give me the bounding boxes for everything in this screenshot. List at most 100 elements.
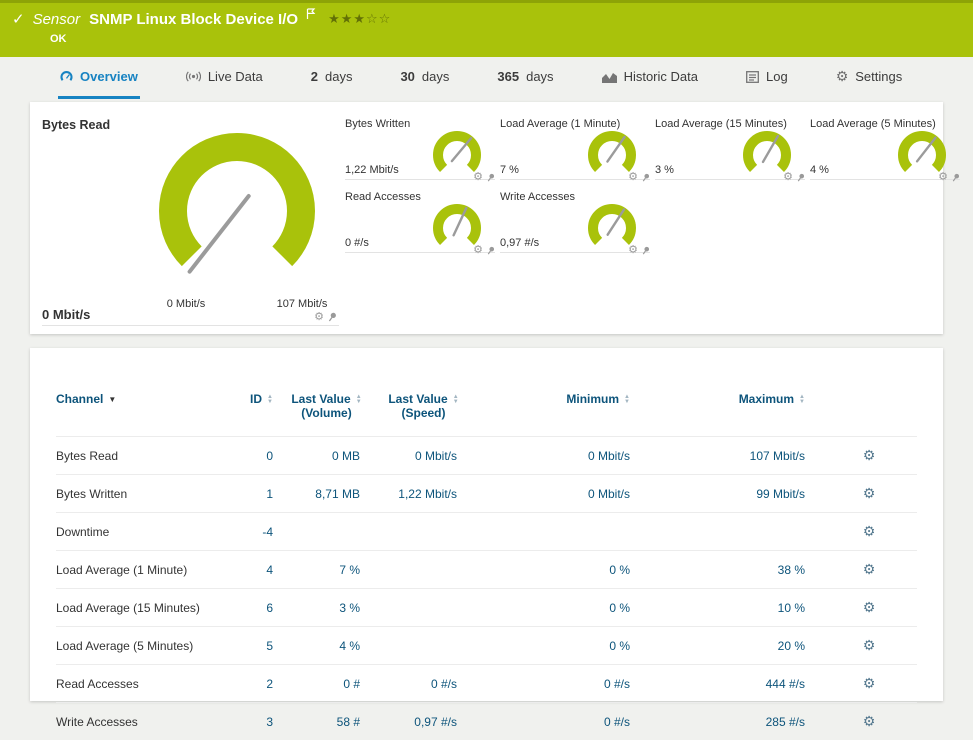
mini-gauge-value: 0,97 #/s [500, 237, 539, 249]
table-header-row: Channel▼ ID▲▼ Last Value▲▼(Volume) Last … [56, 382, 917, 437]
col-header-id[interactable]: ID▲▼ [211, 382, 277, 437]
channel-settings-icon[interactable]: ⚙ [863, 485, 876, 501]
minimum-value: 0 #/s [471, 665, 646, 703]
gear-icon[interactable]: ⚙ [473, 172, 483, 183]
channel-id: 2 [211, 665, 277, 703]
gear-icon[interactable]: ⚙ [473, 245, 483, 256]
last-value-speed [376, 513, 471, 551]
gauge-panel: Bytes Read 0 Mbit/s 107 Mbit/s 0 Mbit/s … [30, 102, 943, 334]
sort-icon: ▲▼ [267, 395, 273, 405]
tab-live-data[interactable]: Live Data [184, 57, 265, 99]
pin-icon[interactable] [952, 173, 960, 183]
pin-icon[interactable] [797, 173, 805, 183]
tab-label: days [325, 69, 352, 84]
tab-historic-data[interactable]: Historic Data [600, 57, 700, 99]
maximum-value: 285 #/s [646, 703, 821, 740]
tab-label: Live Data [208, 69, 263, 84]
last-value-speed [376, 551, 471, 589]
live-data-icon [186, 70, 201, 83]
sort-direction-icon: ▼ [108, 395, 116, 404]
tab-label: days [422, 69, 449, 84]
channel-settings-icon[interactable]: ⚙ [863, 447, 876, 463]
channel-settings-icon[interactable]: ⚙ [863, 523, 876, 539]
tab-bar: Overview Live Data 2 days 30 days 365 da… [0, 57, 973, 99]
minimum-value [471, 513, 646, 551]
write-accesses-gauge [582, 199, 642, 249]
overview-icon [60, 70, 73, 83]
minimum-value: 0 #/s [471, 703, 646, 740]
tab-overview[interactable]: Overview [58, 57, 140, 99]
maximum-value: 107 Mbit/s [646, 437, 821, 475]
status-check-icon: ✓ [12, 10, 25, 28]
gear-icon[interactable]: ⚙ [628, 172, 638, 183]
gear-icon[interactable]: ⚙ [783, 172, 793, 183]
channel-name: Bytes Written [56, 475, 211, 513]
tab-2-days[interactable]: 2 days [309, 57, 355, 99]
tab-label: Overview [80, 69, 138, 84]
pin-icon[interactable] [487, 173, 495, 183]
pin-icon[interactable] [328, 312, 337, 323]
tab-log[interactable]: Log [744, 57, 790, 99]
mini-gauge-load-1min: Load Average (1 Minute) 7 % ⚙ [500, 118, 650, 180]
channel-id: 6 [211, 589, 277, 627]
tab-settings[interactable]: ⚙ Settings [834, 57, 905, 99]
last-value-volume: 3 % [277, 589, 376, 627]
channel-id: 0 [211, 437, 277, 475]
table-row: Read Accesses 2 0 # 0 #/s 0 #/s 444 #/s … [56, 665, 917, 703]
stars-filled: ★★★ [328, 11, 366, 26]
status-badge: OK [50, 33, 67, 45]
last-value-volume: 0 # [277, 665, 376, 703]
channel-settings-icon[interactable]: ⚙ [863, 599, 876, 615]
last-value-volume: 0 MB [277, 437, 376, 475]
historic-data-icon [602, 71, 617, 83]
tab-30-days[interactable]: 30 days [398, 57, 451, 99]
table-row: Load Average (15 Minutes) 6 3 % 0 % 10 %… [56, 589, 917, 627]
gear-icon[interactable]: ⚙ [628, 245, 638, 256]
table-row: Write Accesses 3 58 # 0,97 #/s 0 #/s 285… [56, 703, 917, 740]
main-gauge-title: Bytes Read [42, 118, 110, 132]
gauge-max-label: 107 Mbit/s [267, 298, 337, 310]
pin-icon[interactable] [642, 173, 650, 183]
bytes-written-gauge [427, 126, 487, 176]
last-value-speed [376, 589, 471, 627]
channel-id: 3 [211, 703, 277, 740]
minimum-value: 0 Mbit/s [471, 437, 646, 475]
gear-icon[interactable]: ⚙ [314, 312, 324, 323]
channel-name: Write Accesses [56, 703, 211, 740]
load-5min-gauge [892, 126, 952, 176]
tab-365-days[interactable]: 365 days [495, 57, 555, 99]
tab-number: 30 [400, 69, 414, 84]
sensor-header: ✓ Sensor SNMP Linux Block Device I/O ★★★… [0, 0, 973, 57]
sort-icon: ▲▼ [453, 395, 459, 405]
channel-settings-icon[interactable]: ⚙ [863, 637, 876, 653]
last-value-speed: 0 #/s [376, 665, 471, 703]
mini-gauge-bytes-written: Bytes Written 1,22 Mbit/s ⚙ [345, 118, 495, 180]
sensor-title: SNMP Linux Block Device I/O [89, 11, 298, 28]
priority-flag-icon[interactable] [306, 7, 316, 25]
pin-icon[interactable] [487, 246, 495, 256]
tab-label: Historic Data [624, 69, 698, 84]
col-header-actions [821, 382, 917, 437]
col-header-minimum[interactable]: Minimum▲▼ [471, 382, 646, 437]
priority-stars[interactable]: ★★★☆☆ [328, 11, 391, 27]
maximum-value: 38 % [646, 551, 821, 589]
load-1min-gauge [582, 126, 642, 176]
col-header-last-value-volume[interactable]: Last Value▲▼(Volume) [277, 382, 376, 437]
pin-icon[interactable] [642, 246, 650, 256]
tab-label: Log [766, 69, 788, 84]
channel-settings-icon[interactable]: ⚙ [863, 713, 876, 729]
gear-icon[interactable]: ⚙ [938, 172, 948, 183]
col-header-maximum[interactable]: Maximum▲▼ [646, 382, 821, 437]
last-value-volume: 8,71 MB [277, 475, 376, 513]
mini-gauge-load-5min: Load Average (5 Minutes) 4 % ⚙ [810, 118, 960, 180]
channel-settings-icon[interactable]: ⚙ [863, 561, 876, 577]
tab-number: 2 [311, 69, 318, 84]
mini-gauge-value: 4 % [810, 164, 829, 176]
minimum-value: 0 Mbit/s [471, 475, 646, 513]
table-row: Load Average (5 Minutes) 5 4 % 0 % 20 % … [56, 627, 917, 665]
table-row: Load Average (1 Minute) 4 7 % 0 % 38 % ⚙ [56, 551, 917, 589]
channel-settings-icon[interactable]: ⚙ [863, 675, 876, 691]
channel-id: 1 [211, 475, 277, 513]
col-header-channel[interactable]: Channel▼ [56, 382, 211, 437]
col-header-last-value-speed[interactable]: Last Value▲▼(Speed) [376, 382, 471, 437]
